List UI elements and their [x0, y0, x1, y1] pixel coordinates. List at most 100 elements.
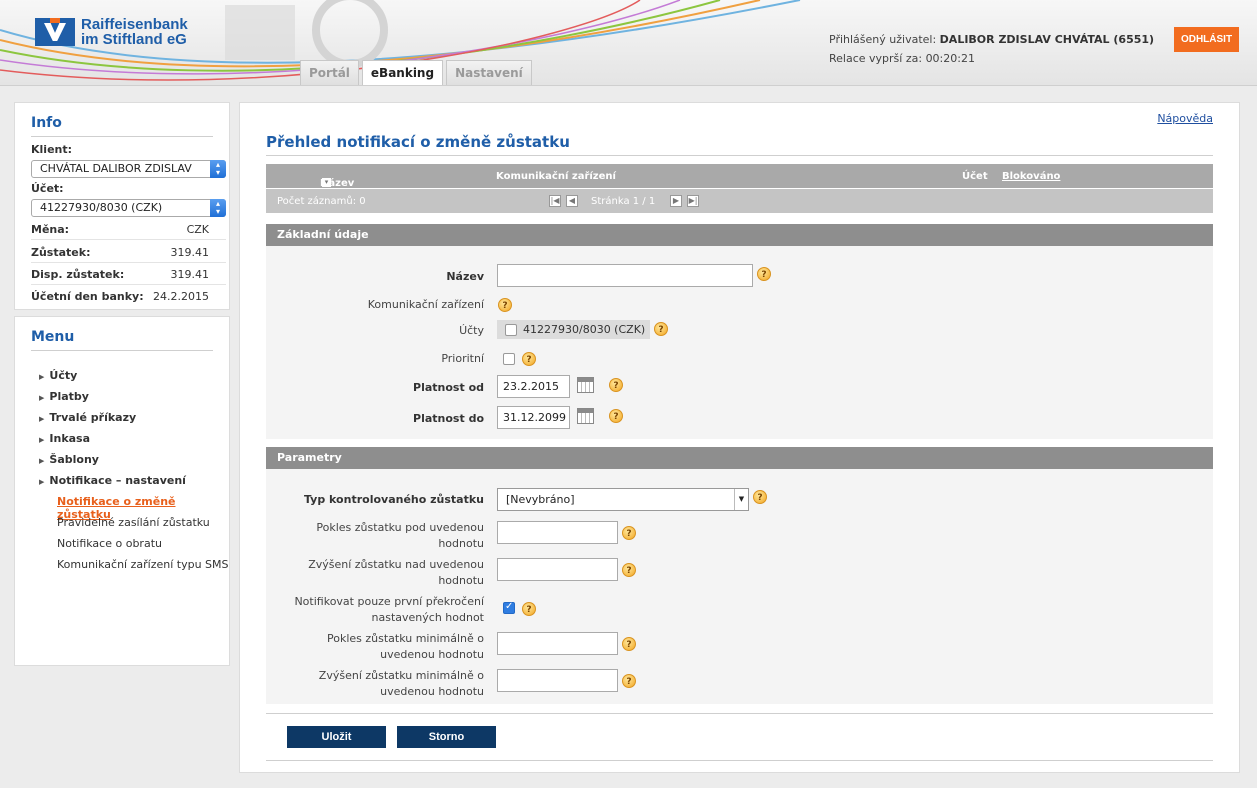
first-page-icon[interactable]: |◀ — [549, 195, 561, 207]
submenu-turnover-notifications[interactable]: Notifikace o obratu — [57, 537, 162, 550]
help-icon[interactable]: ? — [622, 674, 636, 688]
arrow-right-icon: ▶ — [39, 478, 45, 486]
menu-item-label: Inkasa — [49, 432, 91, 445]
logout-button[interactable]: ODHLÁSIT — [1174, 27, 1239, 52]
account-checkbox[interactable] — [505, 324, 517, 336]
menu-item-accounts[interactable]: ▶ Účty — [39, 369, 77, 382]
menu-item-templates[interactable]: ▶ Šablony — [39, 453, 99, 466]
drop-min-input[interactable] — [497, 632, 618, 655]
help-icon[interactable]: ? — [654, 322, 668, 336]
menu-title: Menu — [31, 329, 213, 351]
tab-portal[interactable]: Portál — [300, 60, 359, 85]
help-icon[interactable]: ? — [753, 490, 767, 504]
menu-item-label: Trvalé příkazy — [49, 411, 137, 424]
page-title: Přehled notifikací o změně zůstatku — [266, 133, 570, 151]
device-label: Komunikační zařízení — [367, 298, 484, 311]
submenu-sms-devices[interactable]: Komunikační zařízení typu SMS — [57, 558, 229, 571]
col-device-header: Komunikační zařízení — [496, 171, 616, 182]
tab-ebanking[interactable]: eBanking — [361, 60, 444, 85]
tab-settings[interactable]: Nastavení — [446, 60, 532, 85]
main-content: Nápověda Přehled notifikací o změně zůst… — [239, 102, 1240, 773]
user-label: Přihlášený uživatel: — [829, 33, 937, 46]
info-title: Info — [31, 115, 213, 137]
menu-item-standing-orders[interactable]: ▶ Trvalé příkazy — [39, 411, 136, 424]
arrow-right-icon: ▶ — [39, 415, 45, 423]
select-arrows-icon: ▴ ▾ — [210, 199, 226, 217]
help-icon[interactable]: ? — [622, 526, 636, 540]
rise-above-input[interactable] — [497, 558, 618, 581]
bank-day-value: 24.2.2015 — [153, 290, 209, 303]
grid-header: Název ▾ Komunikační zařízení Účet Bloková… — [266, 164, 1213, 189]
top-tabs: Portál eBanking Nastavení — [300, 60, 535, 85]
user-info: Přihlášený uživatel: DALIBOR ZDISLAV CHV… — [829, 30, 1154, 68]
cancel-button[interactable]: Storno — [397, 726, 496, 748]
balance-label: Zůstatek: — [31, 246, 91, 259]
bank-day-label: Účetní den banky: — [31, 290, 144, 303]
balance-type-label: Typ kontrolovaného zůstatku — [303, 493, 484, 506]
account-select[interactable]: 41227930/8030 (CZK) ▴ ▾ — [31, 199, 226, 217]
calendar-icon[interactable] — [577, 377, 594, 393]
user-name: DALIBOR ZDISLAV CHVÁTAL (6551) — [939, 33, 1155, 46]
help-icon[interactable]: ? — [609, 378, 623, 392]
footer-divider — [266, 760, 1213, 761]
chevron-down-icon: ▼ — [734, 489, 748, 510]
help-icon[interactable]: ? — [609, 409, 623, 423]
name-label: Název — [446, 270, 484, 283]
menu-item-direct-debits[interactable]: ▶ Inkasa — [39, 432, 90, 445]
help-icon[interactable]: ? — [522, 602, 536, 616]
record-count: Počet záznamů: 0 — [277, 196, 366, 207]
prev-page-icon[interactable]: ◀ — [566, 195, 578, 207]
client-select[interactable]: CHVÁTAL DALIBOR ZDISLAV ▴ ▾ — [31, 160, 226, 178]
help-icon[interactable]: ? — [498, 298, 512, 312]
bank-logo[interactable]: Raiffeisenbank im Stiftland eG — [35, 17, 188, 47]
avail-balance-value: 319.41 — [170, 268, 210, 281]
account-select-value: 41227930/8030 (CZK) — [40, 201, 163, 214]
next-page-icon[interactable]: ▶ — [670, 195, 682, 207]
rise-min-input[interactable] — [497, 669, 618, 692]
menu-item-label: Šablony — [49, 453, 99, 466]
drop-min-label-1: Pokles zůstatku minimálně o — [326, 632, 484, 645]
calendar-icon[interactable] — [577, 408, 594, 424]
last-page-icon[interactable]: ▶| — [687, 195, 699, 207]
menu-item-payments[interactable]: ▶ Platby — [39, 390, 89, 403]
first-only-label-1: Notifikovat pouze první překročení — [294, 595, 484, 608]
divider — [31, 239, 226, 240]
drop-below-input[interactable] — [497, 521, 618, 544]
priority-checkbox[interactable] — [503, 353, 515, 365]
arrow-right-icon: ▶ — [39, 394, 45, 402]
submenu-regular-balance[interactable]: Pravidelné zasílání zůstatku — [57, 516, 210, 529]
arrow-right-icon: ▶ — [39, 457, 45, 465]
col-blocked-header[interactable]: Blokováno — [1002, 171, 1060, 182]
page-indicator: Stránka 1 / 1 — [591, 196, 656, 207]
help-icon[interactable]: ? — [522, 352, 536, 366]
logo-line-1: Raiffeisenbank — [81, 16, 188, 33]
form-divider — [266, 713, 1213, 714]
help-icon[interactable]: ? — [757, 267, 771, 281]
accounts-label: Účty — [459, 324, 484, 337]
first-only-checkbox[interactable] — [503, 601, 515, 614]
col-account-header: Účet — [962, 171, 988, 182]
balance-type-select[interactable]: [Nevybráno] ▼ — [497, 488, 749, 511]
valid-from-label: Platnost od — [413, 381, 484, 394]
grid-pager: Počet záznamů: 0 |◀ ◀ Stránka 1 / 1 ▶ ▶| — [266, 189, 1213, 213]
name-input[interactable] — [497, 264, 753, 287]
first-only-label-2: nastavených hodnot — [371, 611, 484, 624]
account-option-label: 41227930/8030 (CZK) — [523, 323, 646, 336]
rise-above-label-1: Zvýšení zůstatku nad uvedenou — [308, 558, 484, 571]
help-icon[interactable]: ? — [622, 637, 636, 651]
currency-label: Měna: — [31, 223, 70, 236]
valid-to-input[interactable]: 31.12.2099 — [497, 406, 570, 429]
valid-from-input[interactable]: 23.2.2015 — [497, 375, 570, 398]
help-link[interactable]: Nápověda — [1157, 112, 1213, 125]
title-divider — [266, 155, 1213, 156]
arrow-right-icon: ▶ — [39, 373, 45, 381]
save-button[interactable]: Uložit — [287, 726, 386, 748]
menu-item-notifications[interactable]: ▶ Notifikace – nastavení — [39, 474, 186, 487]
menu-panel: Menu ▶ Účty ▶ Platby ▶ Trvalé příkazy ▶ Inka… — [14, 316, 230, 666]
balance-value: 319.41 — [170, 246, 210, 259]
balance-type-value: [Nevybráno] — [506, 493, 575, 506]
drop-below-label-1: Pokles zůstatku pod uvedenou — [316, 521, 484, 534]
menu-item-label: Účty — [49, 369, 78, 382]
help-icon[interactable]: ? — [622, 563, 636, 577]
drop-min-label-2: uvedenou hodnotu — [380, 648, 484, 661]
